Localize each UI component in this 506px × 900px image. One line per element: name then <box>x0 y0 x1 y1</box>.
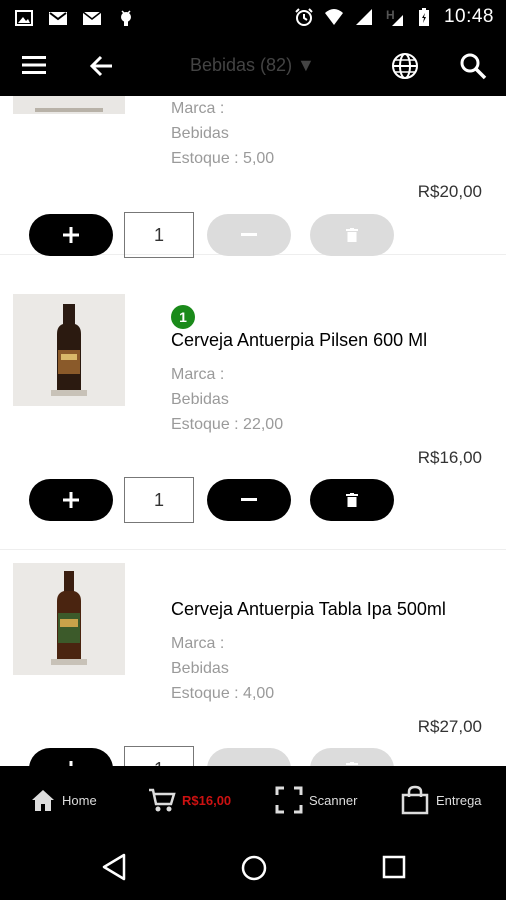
home-icon <box>32 790 54 811</box>
add-button[interactable] <box>29 748 113 766</box>
status-bar: H 10:48 <box>0 0 506 36</box>
app-bar: Bebidas (82) ▼ <box>0 36 506 96</box>
quantity-field[interactable]: 1 <box>124 212 194 258</box>
mail-icon <box>82 11 102 25</box>
cart-count-badge: 1 <box>171 305 195 329</box>
cart-icon <box>149 788 176 812</box>
home-circle-icon[interactable] <box>240 854 268 882</box>
plus-icon <box>63 492 79 508</box>
quantity-field[interactable]: 1 <box>124 746 194 766</box>
nav-home-label: Home <box>62 792 97 808</box>
product-name: Cerveja Antuerpia Pilsen 600 Ml <box>171 330 428 350</box>
wifi-icon <box>324 9 343 25</box>
cart-total: R$16,00 <box>182 792 232 808</box>
signal-icon <box>355 9 372 25</box>
add-button[interactable] <box>29 214 113 256</box>
quantity-field[interactable]: 1 <box>124 477 194 523</box>
battery-icon <box>418 8 429 26</box>
product-image <box>13 294 125 406</box>
trash-icon <box>346 493 358 507</box>
minus-icon <box>241 233 257 236</box>
product-category: Bebidas <box>171 391 229 408</box>
remove-button[interactable] <box>207 214 291 256</box>
image-icon <box>15 10 33 26</box>
product-brand: Marca : <box>171 635 225 652</box>
delete-button[interactable] <box>310 479 394 521</box>
minus-icon <box>241 498 257 501</box>
search-icon[interactable] <box>458 51 488 81</box>
product-brand: Marca : <box>171 100 225 117</box>
delete-button[interactable] <box>310 214 394 256</box>
android-icon <box>121 10 131 26</box>
nav-cart[interactable]: R$16,00 <box>148 786 231 814</box>
delete-button[interactable] <box>310 748 394 766</box>
nav-scanner[interactable]: Scanner <box>275 786 357 814</box>
nav-scanner-label: Scanner <box>309 792 358 808</box>
product-price: R$27,00 <box>417 717 482 736</box>
product-price: R$20,00 <box>417 182 482 201</box>
product-item[interactable]: 1 Cerveja Antuerpia Pilsen 600 Ml Marca … <box>0 281 506 550</box>
svg-text:H: H <box>386 8 395 22</box>
nav-delivery[interactable]: Entrega <box>400 785 482 815</box>
product-price: R$16,00 <box>417 448 482 467</box>
nav-delivery-label: Entrega <box>436 792 482 808</box>
product-item[interactable]: Marca : Bebidas Estoque : 5,00 R$20,00 1 <box>0 96 506 258</box>
product-image <box>13 96 125 114</box>
product-stock: Estoque : 22,00 <box>171 416 284 433</box>
remove-button[interactable] <box>207 479 291 521</box>
add-button[interactable] <box>29 479 113 521</box>
gmail-icon <box>49 12 67 25</box>
product-brand: Marca : <box>171 366 225 383</box>
product-name: Cerveja Antuerpia Tabla Ipa 500ml <box>171 599 446 619</box>
product-category: Bebidas <box>171 660 229 677</box>
product-category: Bebidas <box>171 125 229 142</box>
system-nav-bar <box>0 834 506 900</box>
status-time: 10:48 <box>443 6 494 27</box>
recents-square-icon[interactable] <box>382 855 406 879</box>
shopping-bag-icon <box>401 785 429 815</box>
product-item[interactable]: Cerveja Antuerpia Tabla Ipa 500ml Marca … <box>0 550 506 766</box>
product-list[interactable]: Marca : Bebidas Estoque : 5,00 R$20,00 1… <box>0 96 506 766</box>
bottom-nav: Home R$16,00 Scanner Entrega <box>0 766 506 834</box>
alarm-icon <box>295 8 313 26</box>
remove-button[interactable] <box>207 748 291 766</box>
category-dropdown[interactable]: Bebidas (82) ▼ <box>190 55 315 76</box>
product-stock: Estoque : 4,00 <box>171 685 275 702</box>
scanner-icon <box>275 786 303 814</box>
product-stock: Estoque : 5,00 <box>171 150 275 167</box>
back-triangle-icon[interactable] <box>100 852 128 882</box>
globe-icon[interactable] <box>390 51 420 81</box>
menu-icon[interactable] <box>22 54 46 76</box>
plus-icon <box>63 227 79 243</box>
trash-icon <box>346 228 358 242</box>
nav-home[interactable]: Home <box>30 786 97 814</box>
h-network-icon: H <box>386 8 403 26</box>
product-image <box>13 563 125 675</box>
back-arrow-icon[interactable] <box>88 52 116 80</box>
